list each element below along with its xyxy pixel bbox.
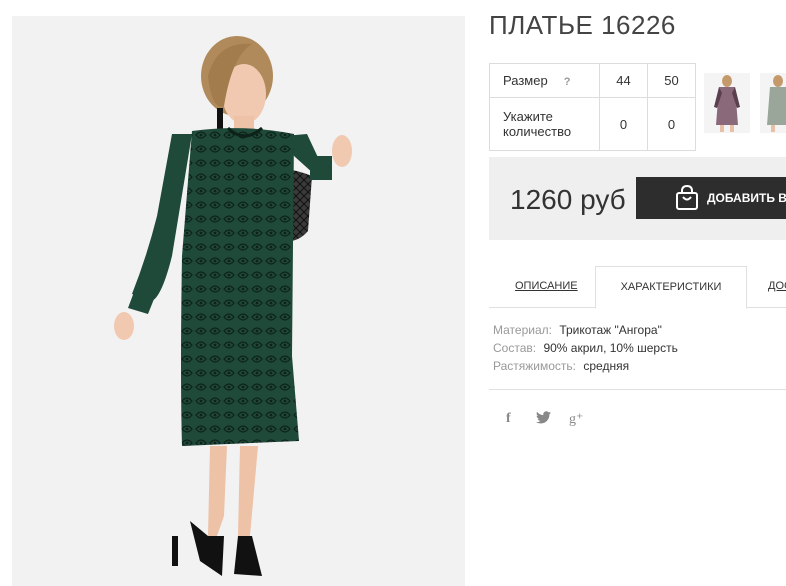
spec-stretch: Растяжимость: средняя <box>493 357 678 375</box>
spec-material: Материал: Трикотаж "Ангора" <box>493 321 678 339</box>
facebook-icon[interactable]: f <box>506 411 511 427</box>
divider <box>489 389 786 390</box>
quantity-input-44[interactable]: 0 <box>599 97 648 151</box>
spec-composition: Состав: 90% акрил, 10% шерсть <box>493 339 678 357</box>
quantity-input-50[interactable]: 0 <box>647 97 696 151</box>
spec-stretch-value: средняя <box>583 359 630 373</box>
spec-material-value: Трикотаж "Ангора" <box>559 323 662 337</box>
thumbnail-1-image <box>714 75 740 132</box>
size-label: Размер <box>503 73 548 88</box>
add-to-cart-label: ДОБАВИТЬ В З <box>707 191 786 205</box>
product-specs: Материал: Трикотаж "Ангора" Состав: 90% … <box>493 321 678 375</box>
product-tabs: ОПИСАНИЕ ХАРАКТЕРИСТИКИ ДОС <box>489 266 786 309</box>
size-50[interactable]: 50 <box>647 63 696 98</box>
spec-composition-value: 90% акрил, 10% шерсть <box>543 341 678 355</box>
tab-description[interactable]: ОПИСАНИЕ <box>515 266 578 306</box>
google-plus-icon[interactable]: g⁺ <box>569 411 583 428</box>
shopping-bag-icon <box>675 185 699 211</box>
tab-delivery[interactable]: ДОС <box>768 266 786 306</box>
add-to-cart-button[interactable]: ДОБАВИТЬ В З <box>636 177 786 219</box>
spec-material-label: Материал: <box>493 323 552 337</box>
spec-stretch-label: Растяжимость: <box>493 359 577 373</box>
product-price: 1260 руб <box>510 184 626 215</box>
size-44[interactable]: 44 <box>599 63 648 98</box>
quantity-label: Укажите количество <box>489 97 600 151</box>
buy-box: 1260 руб ДОБАВИТЬ В З <box>489 157 786 240</box>
size-quantity-table: Размер? 44 50 Укажите количество 0 0 <box>489 63 696 151</box>
thumbnail-2[interactable] <box>760 73 786 133</box>
product-title: ПЛАТЬЕ 16226 <box>489 10 676 40</box>
size-label-cell: Размер? <box>489 63 600 98</box>
thumbnail-1[interactable] <box>704 73 750 133</box>
twitter-icon[interactable] <box>536 411 551 427</box>
spec-composition-label: Состав: <box>493 341 537 355</box>
thumbnail-2-image <box>767 75 786 132</box>
help-icon[interactable]: ? <box>564 76 571 88</box>
tab-characteristics[interactable]: ХАРАКТЕРИСТИКИ <box>595 266 747 309</box>
product-photo[interactable] <box>12 16 465 586</box>
dress-illustration <box>114 36 352 576</box>
